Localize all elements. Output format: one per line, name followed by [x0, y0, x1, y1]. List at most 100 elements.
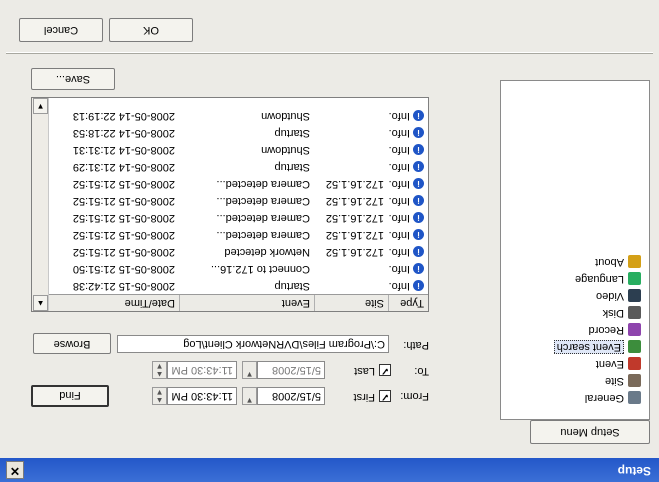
cell-site — [314, 124, 388, 141]
browse-button[interactable]: Browse — [33, 333, 111, 354]
tree-item-disk[interactable]: Disk — [603, 304, 641, 322]
from-date-field[interactable]: 5/15/2008 — [257, 387, 325, 405]
save-button[interactable]: Save... — [31, 68, 115, 90]
table-row[interactable]: iInfo. Startup 2008-05-15 21:42:38 — [47, 277, 428, 294]
tree-item-event-search[interactable]: Event search — [553, 338, 641, 356]
cell-type: iInfo. — [388, 277, 428, 294]
info-icon: i — [413, 263, 424, 275]
to-date-field[interactable]: 5/15/2008 — [257, 361, 325, 379]
cell-event: Connect to 172.16... — [210, 263, 310, 275]
to-time-stepper[interactable]: ▲ ▼ — [152, 361, 167, 379]
cell-datetime: 2008-05-15 21:51:52 — [72, 212, 175, 224]
cell-site — [314, 277, 388, 294]
cell-type: iInfo. — [388, 107, 428, 124]
ok-button[interactable]: OK — [109, 18, 193, 42]
tree-item-label: Event — [595, 357, 624, 370]
cell-type: iInfo. — [388, 243, 428, 260]
cell-type-text: Info. — [388, 144, 410, 156]
cell-datetime: 2008-05-14 22:19:13 — [72, 110, 175, 122]
last-checkbox[interactable]: ✓ — [379, 364, 391, 376]
from-time-field[interactable]: 11:43:30 PM — [167, 387, 237, 405]
cell-type: iInfo. — [388, 124, 428, 141]
tree-item-label: Site — [605, 374, 624, 387]
tree-item-label: General — [584, 391, 624, 404]
from-date-dropdown-icon[interactable]: ▼ — [242, 387, 257, 405]
save-label: Save... — [55, 73, 91, 85]
tree-item-record[interactable]: Record — [589, 321, 641, 339]
tree-item-about[interactable]: About — [595, 253, 641, 271]
close-icon[interactable]: ✕ — [6, 461, 24, 479]
cell-event: Startup — [274, 127, 310, 139]
table-row[interactable]: iInfo. 172.16.1.52 Camera detected... 2008-… — [47, 226, 428, 243]
tree-item-general[interactable]: General — [585, 389, 641, 407]
tree-item-label: Record — [588, 323, 624, 336]
setup-menu-tab[interactable]: Setup Menu — [530, 420, 650, 444]
general-icon — [628, 391, 641, 405]
disk-icon — [628, 306, 641, 320]
scroll-down-icon[interactable]: ▼ — [33, 98, 48, 114]
record-icon — [628, 323, 641, 337]
scroll-up-icon[interactable]: ▲ — [33, 295, 48, 311]
event-icon — [628, 357, 641, 371]
table-row[interactable]: iInfo. Shutdown 2008-05-14 21:31:31 — [47, 141, 428, 158]
cell-datetime: 2008-05-15 21:51:50 — [72, 263, 175, 275]
to-date-dropdown-icon[interactable]: ▼ — [242, 361, 257, 379]
table-row[interactable]: iInfo. Startup 2008-05-14 21:31:29 — [47, 158, 428, 175]
cell-type: iInfo. — [388, 209, 428, 226]
col-type[interactable]: Type — [388, 295, 428, 311]
cell-event: Camera detected... — [216, 178, 310, 190]
cell-site: 172.16.1.52 — [325, 212, 384, 224]
info-icon: i — [413, 161, 424, 173]
table-row[interactable]: iInfo. 172.16.1.52 Camera detected... 2008-… — [47, 209, 428, 226]
col-event[interactable]: Event — [179, 295, 314, 311]
tree-item-label: About — [595, 255, 624, 268]
setup-window: Setup ✕ Setup Menu General Site Event Event… — [0, 0, 659, 482]
find-button[interactable]: Find — [31, 385, 109, 407]
table-row[interactable]: iInfo. 172.16.1.52 Camera detected... 2008-… — [47, 175, 428, 192]
first-checkbox[interactable]: ✓ — [379, 390, 391, 402]
table-row[interactable]: iInfo. 172.16.1.52 Camera detected... 2008-… — [47, 192, 428, 209]
from-label: From: — [400, 390, 429, 402]
tree-item-label: Event search — [553, 339, 624, 354]
setup-tree-panel: General Site Event Event search Record Disk Vi… — [500, 80, 650, 420]
table-scrollbar[interactable]: ▲ ▼ — [32, 98, 49, 311]
from-time-stepper[interactable]: ▲ ▼ — [152, 387, 167, 405]
cell-datetime: 2008-05-15 21:42:38 — [72, 280, 175, 292]
cell-event: Shutdown — [261, 144, 310, 156]
info-icon: i — [413, 212, 424, 224]
col-site[interactable]: Site — [314, 295, 388, 311]
cancel-button[interactable]: Cancel — [19, 18, 103, 42]
language-icon — [628, 272, 641, 286]
cell-type-text: Info. — [388, 280, 410, 292]
cell-type-text: Info. — [388, 229, 410, 241]
path-label: Path: — [403, 339, 429, 351]
event-search-icon — [628, 340, 641, 354]
browse-label: Browse — [53, 338, 91, 350]
path-field[interactable]: C:\Program Files\DVRNetwork Client\Log — [117, 335, 389, 353]
table-row[interactable]: iInfo. Connect to 172.16... 2008-05-15 21:… — [47, 260, 428, 277]
info-icon: i — [413, 127, 424, 139]
cell-type-text: Info. — [388, 161, 410, 173]
cell-event: Camera detected... — [216, 212, 310, 224]
cell-type-text: Info. — [388, 195, 410, 207]
first-label: First — [353, 391, 375, 403]
tree-item-video[interactable]: Video — [596, 287, 641, 305]
cell-type-text: Info. — [388, 178, 410, 190]
cell-datetime: 2008-05-14 21:31:31 — [72, 144, 175, 156]
to-time-field[interactable]: 11:43:30 PM — [167, 361, 237, 379]
cell-type: iInfo. — [388, 192, 428, 209]
cell-datetime: 2008-05-14 21:31:29 — [72, 161, 175, 173]
setup-menu-label: Setup Menu — [560, 426, 620, 438]
cell-site — [314, 107, 388, 124]
col-datetime[interactable]: Date/Time — [47, 295, 179, 311]
table-row[interactable]: iInfo. 172.16.1.52 Network detected 2008-05… — [47, 243, 428, 260]
cell-datetime: 2008-05-15 21:51:52 — [72, 229, 175, 241]
table-row[interactable]: iInfo. Shutdown 2008-05-14 22:19:13 — [47, 107, 428, 124]
cell-datetime: 2008-05-14 22:18:53 — [72, 127, 175, 139]
tree-item-site[interactable]: Site — [605, 372, 641, 390]
info-icon: i — [413, 246, 424, 258]
cell-site — [314, 260, 388, 277]
tree-item-event[interactable]: Event — [596, 355, 641, 373]
table-row[interactable]: iInfo. Startup 2008-05-14 22:18:53 — [47, 124, 428, 141]
tree-item-language[interactable]: Language — [575, 270, 641, 288]
